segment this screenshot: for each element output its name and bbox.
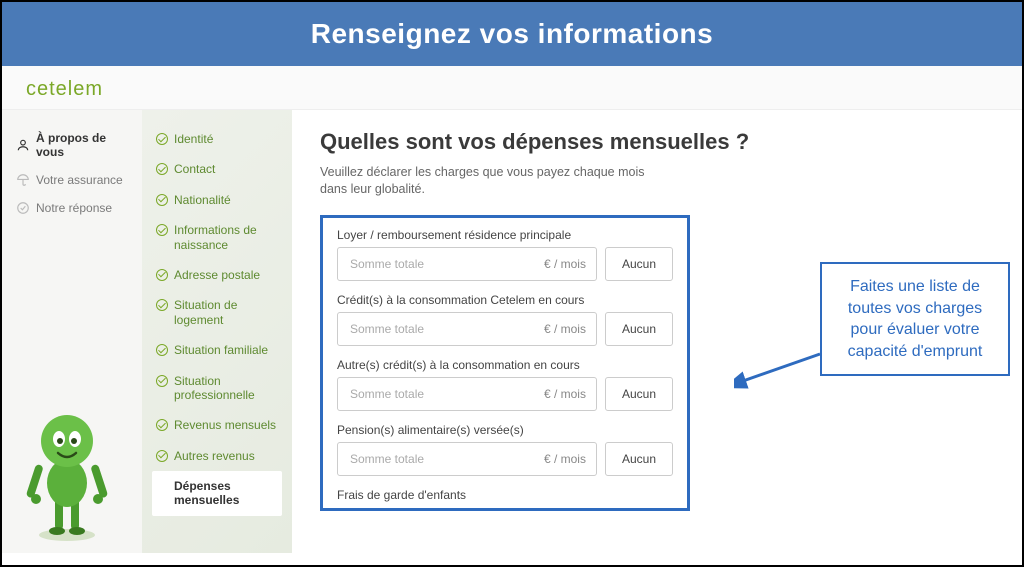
nav-item-insurance[interactable]: Votre assurance [16, 166, 136, 194]
page-title: Quelles sont vos dépenses mensuelles ? [320, 128, 994, 156]
unit-label: € / mois [536, 257, 586, 271]
check-icon [156, 450, 168, 462]
step-label: Nationalité [174, 193, 231, 207]
check-icon [156, 163, 168, 175]
step-label: Situation familiale [174, 343, 268, 357]
progress-nav: À propos de vous Votre assurance Notre r… [2, 110, 142, 553]
step-label: Revenus mensuels [174, 418, 276, 432]
amount-input[interactable] [348, 386, 536, 402]
field-label: Pension(s) alimentaire(s) versée(s) [337, 423, 673, 437]
check-icon [156, 344, 168, 356]
nav-item-response[interactable]: Notre réponse [16, 194, 136, 222]
field-autre-credit: Autre(s) crédit(s) à la consommation en … [337, 358, 673, 411]
top-bar: cetelem [2, 66, 1022, 110]
step-professionnelle[interactable]: Situation professionnelle [152, 366, 282, 411]
none-button[interactable]: Aucun [605, 312, 673, 346]
step-autres-revenus[interactable]: Autres revenus [152, 441, 282, 471]
step-familiale[interactable]: Situation familiale [152, 335, 282, 365]
nav-item-about-you[interactable]: À propos de vous [16, 124, 136, 166]
form-highlight-box: Loyer / remboursement résidence principa… [320, 215, 690, 511]
step-label: Situation de logement [174, 298, 278, 327]
nav-label: À propos de vous [36, 131, 136, 159]
field-credit-cetelem: Crédit(s) à la consommation Cetelem en c… [337, 293, 673, 346]
banner-title: Renseignez vos informations [311, 18, 713, 49]
check-icon [156, 133, 168, 145]
check-circle-icon [16, 201, 30, 215]
step-label: Identité [174, 132, 213, 146]
step-label: Situation professionnelle [174, 374, 278, 403]
step-revenus[interactable]: Revenus mensuels [152, 410, 282, 440]
page-subtitle: Veuillez déclarer les charges que vous p… [320, 164, 660, 199]
step-label: Autres revenus [174, 449, 255, 463]
brand-logo: cetelem [26, 78, 103, 100]
check-icon [156, 299, 168, 311]
field-loyer: Loyer / remboursement résidence principa… [337, 228, 673, 281]
step-logement[interactable]: Situation de logement [152, 290, 282, 335]
step-nationalite[interactable]: Nationalité [152, 185, 282, 215]
none-button[interactable]: Aucun [605, 377, 673, 411]
field-label: Crédit(s) à la consommation Cetelem en c… [337, 293, 673, 307]
check-icon [156, 194, 168, 206]
mascot-character-icon [22, 403, 112, 543]
field-label: Autre(s) crédit(s) à la consommation en … [337, 358, 673, 372]
amount-input-wrap[interactable]: € / mois [337, 312, 597, 346]
nav-label: Notre réponse [36, 201, 112, 215]
umbrella-icon [16, 173, 30, 187]
step-identite[interactable]: Identité [152, 124, 282, 154]
unit-label: € / mois [536, 387, 586, 401]
check-icon [156, 224, 168, 236]
none-button[interactable]: Aucun [605, 442, 673, 476]
check-icon [156, 375, 168, 387]
step-label: Informations de naissance [174, 223, 278, 252]
unit-label: € / mois [536, 452, 586, 466]
step-depenses[interactable]: Dépenses mensuelles [152, 471, 282, 516]
field-garde-enfants-label: Frais de garde d'enfants [337, 488, 673, 502]
amount-input-wrap[interactable]: € / mois [337, 247, 597, 281]
amount-input[interactable] [348, 256, 536, 272]
field-label: Loyer / remboursement résidence principa… [337, 228, 673, 242]
step-label: Adresse postale [174, 268, 260, 282]
amount-input-wrap[interactable]: € / mois [337, 377, 597, 411]
amount-input[interactable] [348, 451, 536, 467]
none-button[interactable]: Aucun [605, 247, 673, 281]
field-pension: Pension(s) alimentaire(s) versée(s) € / … [337, 423, 673, 476]
nav-label: Votre assurance [36, 173, 123, 187]
user-icon [16, 138, 30, 152]
amount-input[interactable] [348, 321, 536, 337]
instruction-banner: Renseignez vos informations [2, 2, 1022, 66]
step-naissance[interactable]: Informations de naissance [152, 215, 282, 260]
steps-list: Identité Contact Nationalité Information… [142, 110, 292, 553]
check-icon [156, 269, 168, 281]
step-label: Contact [174, 162, 215, 176]
step-contact[interactable]: Contact [152, 154, 282, 184]
step-adresse[interactable]: Adresse postale [152, 260, 282, 290]
annotation-callout: Faites une liste de toutes vos charges p… [820, 262, 1010, 376]
check-icon [156, 419, 168, 431]
amount-input-wrap[interactable]: € / mois [337, 442, 597, 476]
unit-label: € / mois [536, 322, 586, 336]
step-label: Dépenses mensuelles [174, 479, 278, 508]
callout-text: Faites une liste de toutes vos charges p… [848, 278, 983, 360]
